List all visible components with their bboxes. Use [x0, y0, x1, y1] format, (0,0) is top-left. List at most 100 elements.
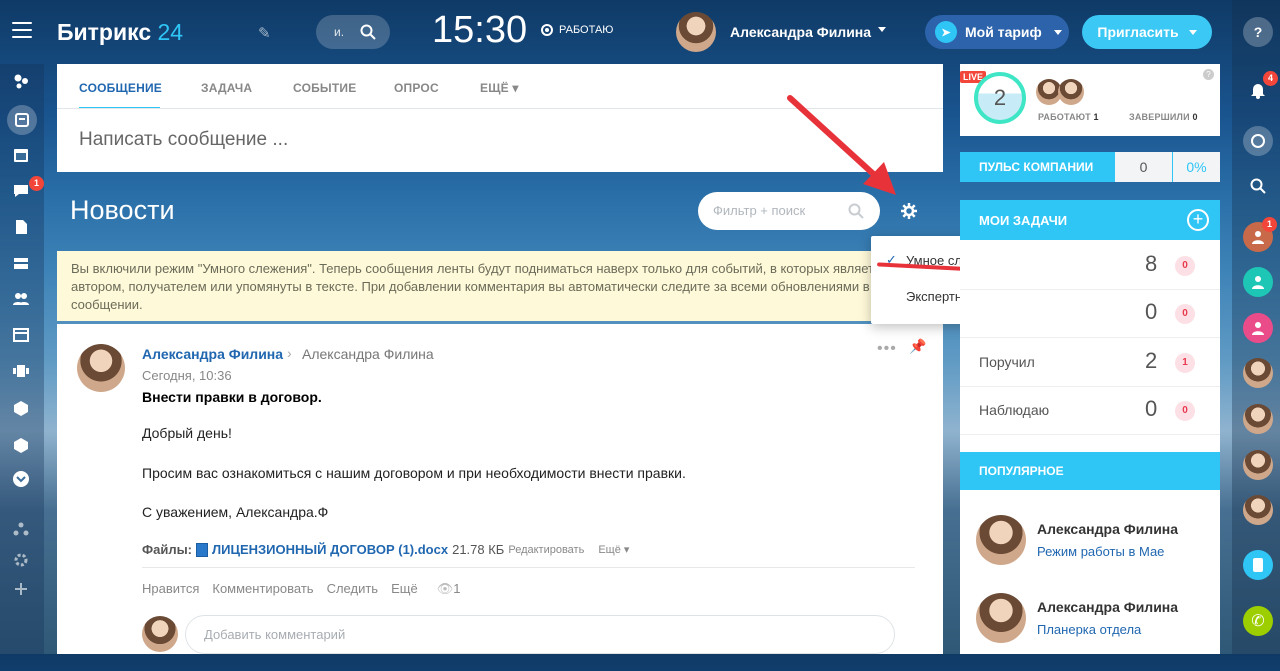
avatar[interactable] — [1243, 404, 1273, 434]
post-files: Файлы: ЛИЦЕНЗИОННЫЙ ДОГОВОР (1).docx 21.… — [142, 542, 630, 557]
counter-badge: 1 — [1175, 353, 1195, 373]
search-icon — [848, 203, 864, 219]
task-row[interactable]: Наблюдаю 0 0 — [960, 386, 1220, 435]
user-avatar[interactable] — [676, 12, 716, 52]
pulse-percent: 0% — [1173, 152, 1220, 182]
chevron-down-icon — [1188, 30, 1197, 39]
message-input[interactable]: Написать сообщение ... — [79, 129, 288, 151]
pin-icon[interactable]: 📌 — [909, 338, 926, 355]
divider — [57, 108, 943, 109]
messenger-icon[interactable] — [1243, 126, 1273, 156]
counter-badge: 0 — [1175, 304, 1195, 324]
list-item[interactable]: Александра Филина Режим работы в Мае — [960, 515, 1220, 593]
post-text: С уважением, Александра.Ф — [142, 504, 329, 520]
smart-follow-notice: Вы включили режим "Умного слежения". Теп… — [57, 251, 947, 321]
post-destination[interactable]: Александра Филина — [302, 346, 434, 362]
device-icon[interactable] — [1243, 550, 1273, 580]
search-icon — [360, 24, 376, 40]
task-row[interactable]: Поручил 2 1 — [960, 338, 1220, 387]
avatar[interactable] — [1243, 450, 1273, 480]
phone-icon[interactable]: ✆ — [1243, 606, 1273, 636]
group-icon[interactable] — [12, 290, 32, 310]
live-counter[interactable]: 2 — [974, 72, 1026, 124]
avatar[interactable] — [976, 515, 1026, 565]
tab-more[interactable]: ЕЩЁ ▾ — [480, 81, 519, 95]
plus-icon[interactable] — [12, 580, 32, 600]
counter-badge: 0 — [1175, 401, 1195, 421]
window-icon[interactable] — [12, 326, 32, 346]
logo[interactable]: Битрикс 24 — [57, 19, 183, 46]
clock[interactable]: 15:30 — [432, 9, 527, 52]
follow-link[interactable]: Следить — [327, 581, 379, 597]
avatar[interactable] — [1058, 79, 1084, 105]
search-icon[interactable] — [1243, 171, 1273, 201]
company-pulse[interactable]: ПУЛЬС КОМПАНИИ 0 0% — [960, 152, 1220, 182]
more-dots-icon[interactable]: ••• — [877, 340, 897, 358]
left-sidebar: 1 — [0, 64, 44, 654]
tab-task[interactable]: ЗАДАЧА — [201, 81, 252, 95]
group-chat-icon[interactable] — [1243, 267, 1273, 297]
filter-search-input[interactable]: Фильтр + поиск — [698, 192, 880, 230]
box-icon[interactable] — [12, 399, 32, 419]
drive-icon[interactable] — [12, 254, 32, 274]
gear-icon[interactable] — [898, 200, 920, 222]
menu-icon[interactable] — [12, 22, 32, 38]
tariff-button[interactable]: ➤ Мой тариф — [925, 15, 1069, 49]
post-time[interactable]: Сегодня, 10:36 — [142, 368, 232, 383]
help-icon[interactable]: ? — [1203, 69, 1214, 80]
edit-file-link[interactable]: Редактировать — [508, 544, 584, 556]
tab-message[interactable]: СООБЩЕНИЕ — [79, 81, 162, 95]
like-link[interactable]: Нравится — [142, 581, 199, 597]
post-author[interactable]: Александра Филина — [142, 346, 283, 362]
avatar — [142, 616, 178, 652]
help-icon[interactable]: ? — [1243, 17, 1273, 47]
feed-post: Александра Филина › Александра Филина Се… — [57, 324, 943, 654]
pulse-value: 0 — [1115, 152, 1172, 182]
gear-icon[interactable] — [12, 551, 32, 571]
top-bar: Битрикс 24 ✎ и. 15:30 РАБОТАЮ Александра… — [0, 0, 1280, 64]
my-tasks-title[interactable]: МОИ ЗАДАЧИ — [960, 200, 1220, 240]
post-actions: Нравится Комментировать Следить Ещё 👁1 — [142, 581, 460, 597]
work-status[interactable]: РАБОТАЮ — [541, 24, 613, 36]
tab-event[interactable]: СОБЫТИЕ — [293, 81, 356, 95]
bell-badge: 4 — [1263, 71, 1278, 86]
task-row[interactable]: 80 — [960, 241, 1220, 290]
list-item[interactable]: Александра Филина Планерка отдела — [960, 593, 1220, 671]
news-icon[interactable] — [7, 105, 37, 135]
task-row[interactable]: 00 — [960, 289, 1220, 338]
avatar[interactable] — [1243, 495, 1273, 525]
group-badge: 1 — [1262, 217, 1277, 232]
chevron-down-icon — [1053, 30, 1062, 39]
tab-poll[interactable]: ОПРОС — [394, 81, 439, 95]
post-title: Внести правки в договор. — [142, 389, 322, 405]
popular-title: ПОПУЛЯРНОЕ — [960, 452, 1220, 490]
box-icon[interactable] — [12, 436, 32, 456]
file-more-link[interactable]: Ещё ▾ — [598, 543, 629, 556]
search-input[interactable]: и. — [316, 15, 390, 49]
record-icon — [541, 24, 553, 36]
calendar-icon[interactable] — [12, 146, 32, 166]
more-link[interactable]: Ещё — [391, 581, 418, 597]
avatar[interactable] — [77, 344, 125, 392]
file-link[interactable]: ЛИЦЕНЗИОННЫЙ ДОГОВОР (1).docx — [212, 542, 448, 557]
add-task-button[interactable]: + — [1187, 209, 1209, 231]
views-count: 👁1 — [436, 581, 461, 596]
document-icon[interactable] — [12, 218, 32, 238]
more-down-icon[interactable] — [12, 470, 32, 490]
file-size: 21.78 КБ — [452, 542, 505, 557]
sites-icon[interactable] — [12, 362, 32, 382]
comment-input[interactable]: Добавить комментарий — [185, 615, 895, 654]
structure-icon[interactable] — [12, 520, 32, 540]
working-count: РАБОТАЮТ 1 — [1038, 112, 1099, 122]
post-composer: СООБЩЕНИЕ ЗАДАЧА СОБЫТИЕ ОПРОС ЕЩЁ ▾ Нап… — [57, 64, 943, 172]
caret-icon: ▾ — [512, 81, 519, 95]
avatar[interactable] — [1243, 358, 1273, 388]
chevron-down-icon[interactable] — [878, 27, 886, 36]
stream-icon[interactable] — [12, 72, 32, 92]
user-name[interactable]: Александра Филина — [730, 24, 871, 40]
group-chat-icon[interactable] — [1243, 313, 1273, 343]
pencil-icon[interactable]: ✎ — [258, 24, 271, 42]
avatar[interactable] — [976, 593, 1026, 643]
comment-link[interactable]: Комментировать — [212, 581, 313, 597]
invite-button[interactable]: Пригласить — [1082, 15, 1212, 49]
